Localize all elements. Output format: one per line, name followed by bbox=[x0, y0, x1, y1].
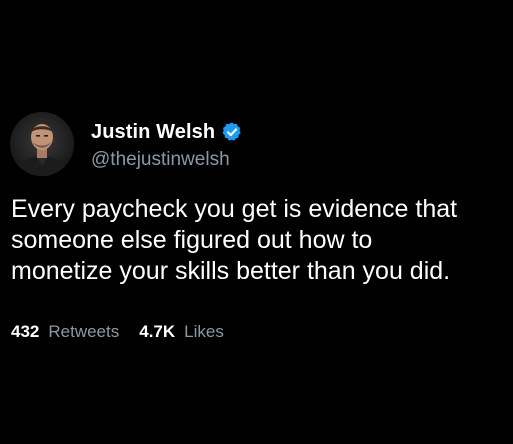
display-name[interactable]: Justin Welsh bbox=[91, 121, 215, 144]
tweet-text-line: someone else figured out how to bbox=[11, 226, 373, 254]
retweets-label: Retweets bbox=[48, 322, 120, 341]
likes-count: 4.7K bbox=[139, 322, 176, 341]
tweet-header: Justin Welsh @thejustinwelsh bbox=[10, 112, 243, 176]
retweets-stat[interactable]: 432 Retweets bbox=[11, 322, 119, 342]
likes-label: Likes bbox=[184, 322, 224, 341]
name-row: Justin Welsh bbox=[91, 119, 243, 145]
tweet-card: Justin Welsh @thejustinwelsh Every paych… bbox=[0, 0, 513, 444]
tweet-stats: 432 Retweets 4.7K Likes bbox=[11, 322, 224, 342]
tweet-text-line: monetize your skills better than you did… bbox=[11, 257, 451, 285]
avatar[interactable] bbox=[10, 112, 74, 176]
user-handle[interactable]: @thejustinwelsh bbox=[91, 149, 243, 171]
retweets-count: 432 bbox=[11, 322, 40, 341]
verified-badge-icon bbox=[221, 121, 243, 143]
tweet-text-line: Every paycheck you get is evidence that bbox=[11, 195, 458, 223]
avatar-image bbox=[10, 112, 74, 176]
likes-stat[interactable]: 4.7K Likes bbox=[139, 322, 224, 342]
tweet-text: Every paycheck you get is evidence that … bbox=[11, 194, 506, 287]
user-info: Justin Welsh @thejustinwelsh bbox=[91, 119, 243, 171]
